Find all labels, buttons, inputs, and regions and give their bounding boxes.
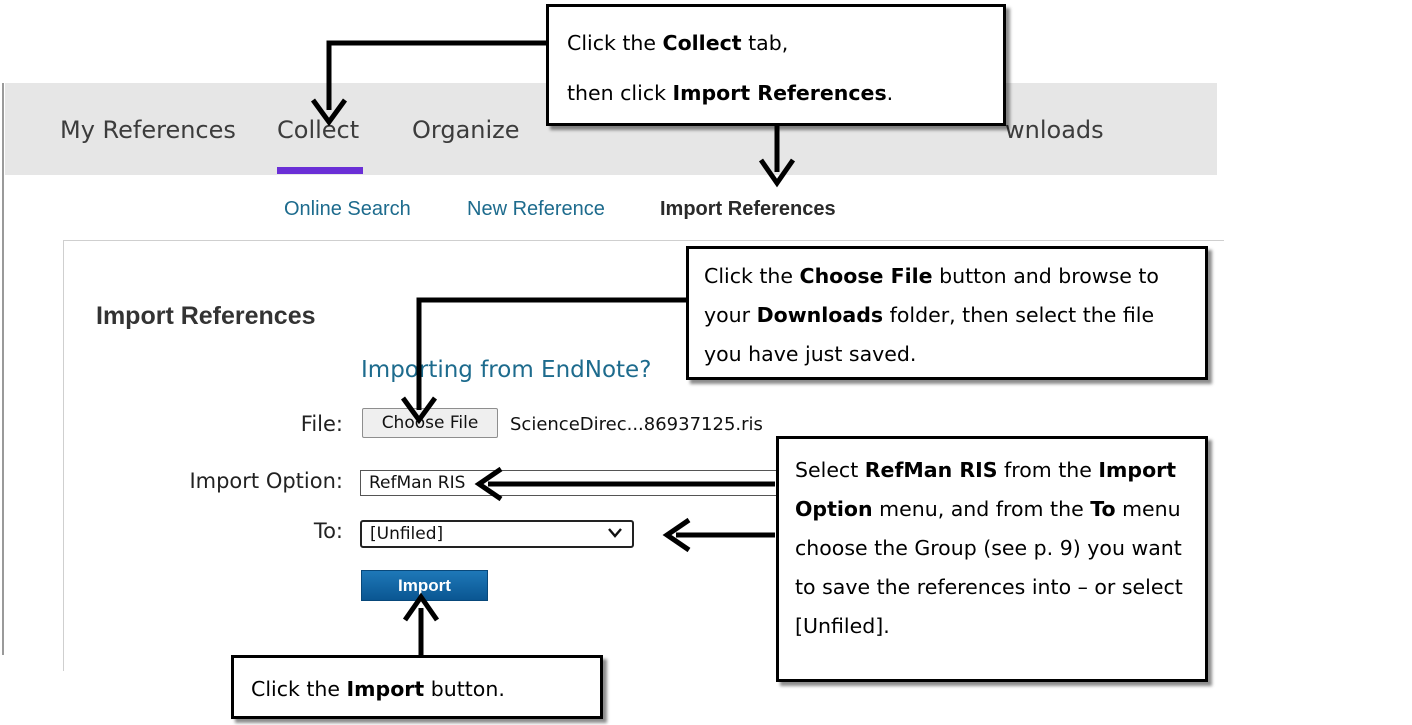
callout-import-option: Select RefMan RIS from the Import Option… <box>776 436 1208 682</box>
arrow-to-choose-file <box>416 297 688 410</box>
callout-choose-file: Click the Choose File button and browse … <box>686 246 1208 380</box>
callout-collect: Click the Collect tab, then click Import… <box>546 4 1006 126</box>
callout-import-button: Click the Import button. <box>231 655 603 719</box>
arrow-to-collect <box>326 40 550 110</box>
